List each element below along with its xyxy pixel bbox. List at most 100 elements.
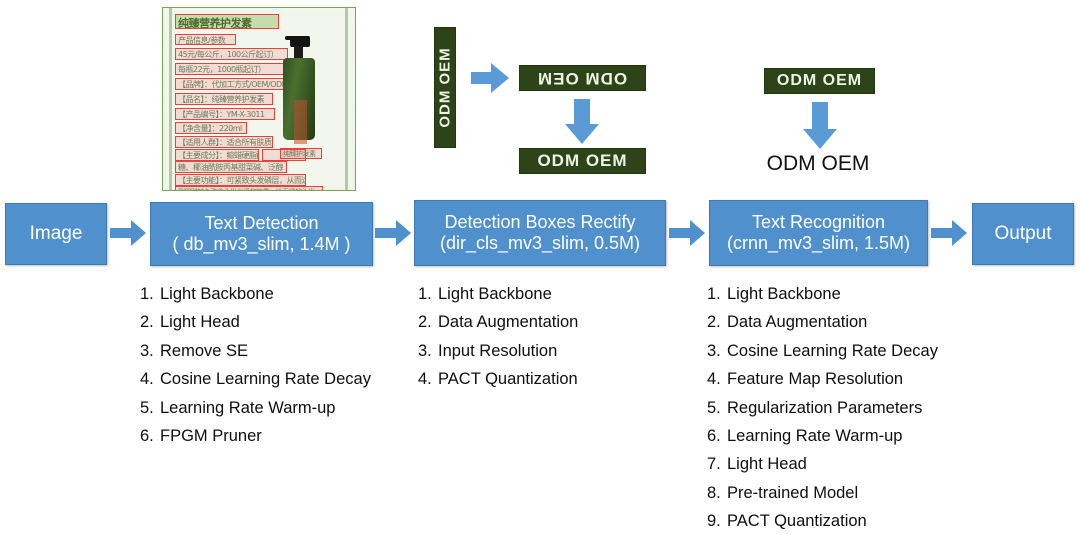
strategy-list-item-label: Data Augmentation bbox=[438, 313, 579, 332]
bottle-label bbox=[294, 100, 307, 144]
bottle-nozzle bbox=[285, 36, 295, 40]
rectify-strategy-list: 1. Light Backbone 2. Data Augmentation 3. Inp… bbox=[418, 280, 578, 394]
strategy-list-item: 9. PACT Quantization bbox=[707, 507, 938, 535]
strategy-list-item-label: Light Backbone bbox=[438, 285, 552, 303]
detected-text-line: 糖、椰油酰胺丙基甜菜碱、泛醇 bbox=[175, 161, 287, 173]
arrow-shaft bbox=[574, 99, 590, 125]
strategy-list-item: 4. PACT Quantization bbox=[418, 365, 578, 393]
detected-text-bottle-caption: 纯臻护发素 bbox=[280, 148, 322, 159]
detected-text-line: 【品牌】：代加工方式/OEM/ODM bbox=[175, 78, 295, 90]
strategy-list-item: 1. Light Backbone bbox=[418, 280, 578, 308]
detected-text-line: 45元/每公斤，100公斤起订） bbox=[175, 48, 288, 60]
recognition-input-crop: ODM OEM bbox=[764, 68, 875, 94]
pipeline-box-recognition-model: (crnn_mv3_slim, 1.5M) bbox=[726, 233, 911, 253]
strategy-list-item-label: PACT Quantization bbox=[727, 512, 867, 530]
recognition-strategy-list: 1. Light Backbone 2. Data Augmentation 3. Cos… bbox=[707, 280, 938, 535]
strategy-list-item-number: 3. bbox=[707, 341, 721, 360]
pipeline-box-text-detection-title: Text Detection bbox=[204, 212, 319, 233]
arrow-head bbox=[952, 220, 967, 246]
bottle-body bbox=[283, 58, 315, 144]
strategy-list-item-label: Pre-trained Model bbox=[727, 483, 859, 502]
strategy-list-item-label: Data Augmentation bbox=[727, 313, 868, 332]
rotated-text-crop-label: ODM OEM bbox=[537, 69, 628, 88]
arrow-head bbox=[803, 129, 837, 149]
rectified-text-crop: ODM OEM bbox=[519, 148, 646, 174]
rectify-rotate-arrow bbox=[471, 63, 511, 93]
flow-arrow-recognition-to-output bbox=[931, 220, 967, 246]
arrow-head bbox=[131, 220, 146, 246]
strategy-list-item-label: Light Backbone bbox=[160, 285, 274, 303]
detected-text-line: 【净含量】：220ml bbox=[175, 122, 247, 134]
strategy-list-item-number: 4. bbox=[707, 370, 721, 389]
arrow-head bbox=[396, 220, 411, 246]
strategy-list-item: 3. Input Resolution bbox=[418, 337, 578, 365]
flow-arrow-rectify-to-recognition bbox=[669, 220, 705, 246]
strategy-list-item-number: 6. bbox=[140, 426, 154, 445]
strategy-list-item-number: 8. bbox=[707, 483, 721, 502]
strategy-list-item: 5. Regularization Parameters bbox=[707, 394, 938, 422]
strategy-list-item-number: 1. bbox=[140, 285, 154, 303]
strategy-list-item: 5. Learning Rate Warm-up bbox=[140, 394, 371, 422]
strategy-list-item-label: Light Backbone bbox=[727, 285, 841, 303]
sample-input-document: 纯臻营养护发素 产品信息/参数 45元/每公斤，100公斤起订） 每瓶22元，1… bbox=[162, 7, 356, 191]
strategy-list-item-number: 2. bbox=[140, 313, 154, 332]
rectify-flip-arrow bbox=[565, 99, 599, 144]
pipeline-box-text-recognition[interactable]: Text Recognition (crnn_mv3_slim, 1.5M) bbox=[709, 200, 928, 266]
pipeline-box-rectify-title: Detection Boxes Rectify bbox=[444, 211, 636, 232]
decorative-stripe-left bbox=[169, 8, 172, 190]
strategy-list-item-label: Feature Map Resolution bbox=[727, 370, 904, 389]
arrow-shaft bbox=[471, 72, 493, 84]
product-bottle-photo bbox=[281, 34, 317, 144]
recognition-arrow bbox=[803, 102, 837, 149]
detected-text-line: 产品信息/参数 bbox=[175, 34, 236, 45]
arrow-head bbox=[565, 124, 599, 144]
pipeline-box-image-label: Image bbox=[29, 222, 83, 244]
detection-strategy-list: 1. Light Backbone 2. Light Head 3. Remove SE 4… bbox=[140, 280, 371, 450]
strategy-list-item-number: 3. bbox=[418, 341, 432, 360]
pipeline-box-image[interactable]: Image bbox=[5, 203, 107, 265]
pipeline-box-output[interactable]: Output bbox=[972, 203, 1074, 265]
strategy-list-item-number: 1. bbox=[418, 285, 432, 303]
pipeline-box-output-label: Output bbox=[994, 222, 1052, 244]
pipeline-box-recognition-title: Text Recognition bbox=[751, 211, 886, 232]
strategy-list-item-label: PACT Quantization bbox=[438, 370, 578, 389]
strategy-list-item-label: Cosine Learning Rate Decay bbox=[727, 341, 938, 360]
strategy-list-item-label: Input Resolution bbox=[438, 341, 558, 360]
pipeline-box-text-detection[interactable]: Text Detection ( db_mv3_slim, 1.4M ) bbox=[150, 202, 373, 266]
strategy-list-item: 4. Cosine Learning Rate Decay bbox=[140, 365, 371, 393]
arrow-shaft bbox=[110, 228, 132, 238]
strategy-list-item-label: FPGM Pruner bbox=[160, 426, 262, 445]
strategy-list-item-label: Learning Rate Warm-up bbox=[160, 398, 336, 417]
vertical-text-crop: ODM OEM bbox=[434, 27, 456, 148]
detected-text-line: 【适用人群】：适合所有肤质 bbox=[175, 136, 273, 148]
strategy-list-item-number: 2. bbox=[707, 313, 721, 332]
detected-text-line: 每瓶22元，1000瓶起订） bbox=[175, 63, 284, 75]
flow-arrow-detection-to-rectify bbox=[375, 220, 411, 246]
rotated-text-crop: ODM OEM bbox=[519, 65, 646, 91]
strategy-list-item-label: Light Head bbox=[160, 313, 240, 332]
strategy-list-item-number: 3. bbox=[140, 341, 154, 360]
strategy-list-item: 1. Light Backbone bbox=[140, 280, 371, 308]
strategy-list-item: 6. FPGM Pruner bbox=[140, 422, 371, 450]
detected-text-line: 【产品编号】：YM-X-3011 bbox=[175, 108, 275, 120]
recognized-text-output: ODM OEM bbox=[766, 152, 870, 175]
detected-text-title: 纯臻营养护发素 bbox=[175, 14, 279, 29]
strategy-list-item-number: 1. bbox=[707, 285, 721, 303]
detected-text-line: 【主要成分】：鲸蜡硬脂醇、燕麦β-葡聚 bbox=[175, 149, 259, 161]
strategy-list-item: 8. Pre-trained Model bbox=[707, 479, 938, 507]
flow-arrow-image-to-detection bbox=[110, 220, 146, 246]
arrow-head bbox=[690, 220, 705, 246]
detected-text-line: 【品名】：纯臻营养护发素 bbox=[175, 93, 273, 105]
strategy-list-item: 2. Data Augmentation bbox=[418, 308, 578, 336]
strategy-list-item-label: Learning Rate Warm-up bbox=[727, 426, 903, 445]
strategy-list-item: 1. Light Backbone bbox=[707, 280, 938, 308]
strategy-list-item-number: 5. bbox=[707, 398, 721, 417]
strategy-list-item: 3. Remove SE bbox=[140, 337, 371, 365]
pipeline-box-detection-boxes-rectify[interactable]: Detection Boxes Rectify (dir_cls_mv3_sli… bbox=[414, 200, 666, 266]
strategy-list-item: 2. Light Head bbox=[140, 308, 371, 336]
strategy-list-item-label: Regularization Parameters bbox=[727, 398, 923, 417]
strategy-list-item-number: 9. bbox=[707, 512, 721, 530]
strategy-list-item-label: Light Head bbox=[727, 455, 807, 474]
strategy-list-item-label: Remove SE bbox=[160, 341, 249, 360]
arrow-head bbox=[491, 63, 509, 93]
